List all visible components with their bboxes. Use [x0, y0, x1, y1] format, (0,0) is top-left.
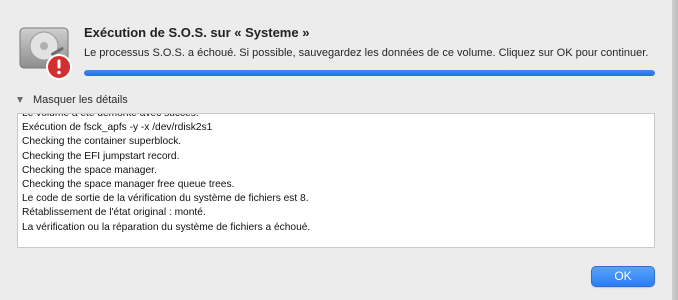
log-line: Checking the space manager.: [22, 164, 157, 176]
log-line: Checking the space manager free queue tr…: [22, 179, 235, 191]
ok-button[interactable]: OK: [591, 266, 655, 287]
log-line: Checking the EFI jumpstart record.: [22, 150, 180, 162]
dialog-title: Exécution de S.O.S. sur « Systeme »: [84, 25, 310, 40]
log-line: Exécution de fsck_apfs -y -x /dev/rdisk2…: [22, 122, 213, 134]
dialog-message: Le processus S.O.S. a échoué. Si possibl…: [84, 47, 649, 59]
log-line: Rétablissement de l'état original : mont…: [22, 207, 206, 219]
details-toggle-label: Masquer les détails: [33, 94, 128, 106]
progress-bar: [84, 70, 655, 76]
log-line: Checking the container superblock.: [22, 136, 182, 148]
log-line: Le volume a été démonté avec succès.: [22, 113, 199, 119]
disclosure-triangle-icon: [17, 97, 23, 103]
log-line: La vérification ou la réparation du syst…: [22, 221, 311, 233]
window-edge: [672, 0, 678, 300]
details-toggle[interactable]: Masquer les détails: [17, 94, 128, 106]
log-lines: Le volume a été démonté avec succès. Exéc…: [22, 113, 650, 235]
details-log[interactable]: Le volume a été démonté avec succès. Exéc…: [17, 113, 655, 248]
progress-bar-fill: [84, 70, 655, 76]
log-line: Le code de sortie de la vérification du …: [22, 193, 309, 205]
hard-disk-icon: [18, 22, 76, 82]
warning-icon: [46, 54, 72, 80]
